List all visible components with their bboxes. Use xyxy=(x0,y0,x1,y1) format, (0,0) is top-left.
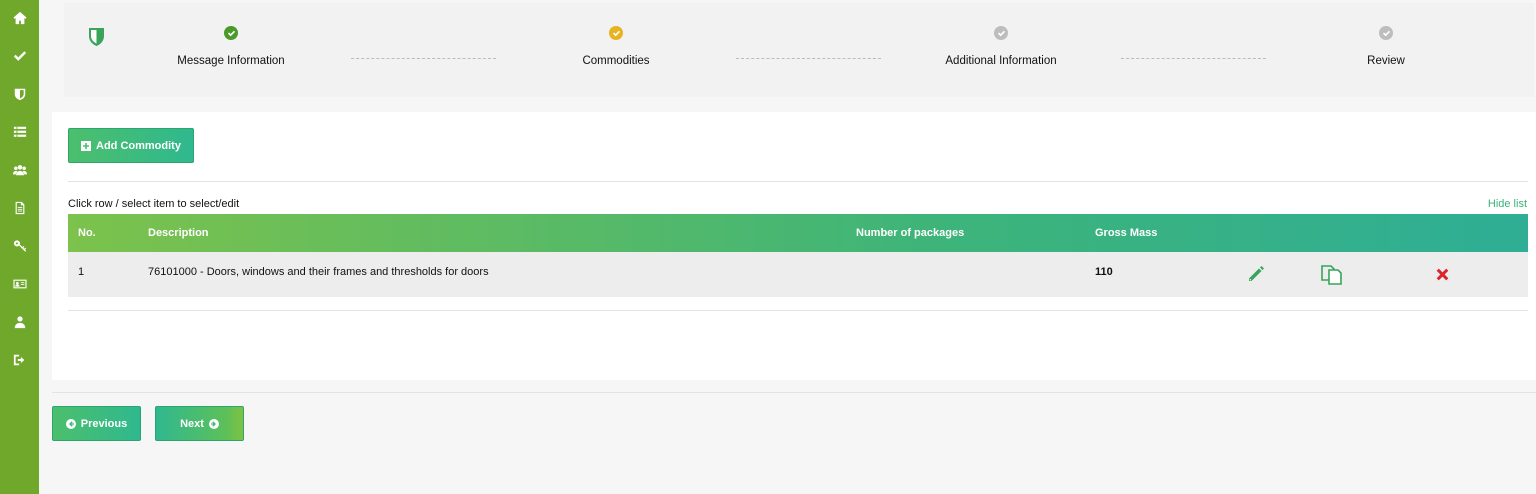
column-header-description: Description xyxy=(148,227,209,239)
column-header-gross-mass: Gross Mass xyxy=(1095,227,1158,239)
sidebar xyxy=(0,0,39,494)
column-header-no: No. xyxy=(78,227,96,239)
edit-pencil-icon[interactable] xyxy=(1246,264,1266,284)
step-label: Additional Information xyxy=(945,55,1057,67)
add-commodity-button[interactable]: Add Commodity xyxy=(68,128,194,163)
step-label: Message Information xyxy=(177,55,285,67)
users-icon[interactable] xyxy=(0,156,39,184)
previous-button[interactable]: Previous xyxy=(52,406,141,441)
divider xyxy=(52,392,1536,393)
add-commodity-label: Add Commodity xyxy=(96,139,181,152)
next-label: Next xyxy=(180,417,204,430)
step-connector xyxy=(736,58,881,59)
step-connector xyxy=(1121,58,1266,59)
cell-description: 76101000 - Doors, windows and their fram… xyxy=(148,266,489,278)
id-card-icon[interactable] xyxy=(0,270,39,298)
divider xyxy=(68,310,1528,311)
column-header-packages: Number of packages xyxy=(856,227,965,239)
previous-label: Previous xyxy=(80,417,128,430)
table-header: No. Description Number of packages Gross… xyxy=(68,214,1528,252)
step-commodities[interactable]: Commodities xyxy=(516,26,716,67)
document-icon[interactable] xyxy=(0,194,39,222)
step-additional-information[interactable]: Additional Information xyxy=(901,26,1101,67)
cell-no: 1 xyxy=(78,266,85,278)
arrow-circle-right-icon xyxy=(208,418,219,429)
step-pending-icon xyxy=(1379,26,1393,40)
sign-out-icon[interactable] xyxy=(0,346,39,374)
copy-icon[interactable] xyxy=(1320,262,1344,286)
plus-square-icon xyxy=(81,140,92,151)
hide-list-link[interactable]: Hide list xyxy=(1488,198,1527,210)
step-message-information[interactable]: Message Information xyxy=(131,26,331,67)
home-icon[interactable] xyxy=(0,4,39,32)
shield-logo-icon xyxy=(88,27,105,47)
list-hint: Click row / select item to select/edit xyxy=(68,198,240,210)
delete-x-icon[interactable] xyxy=(1434,266,1451,283)
table-row[interactable]: 1 76101000 - Doors, windows and their fr… xyxy=(68,252,1528,297)
step-done-icon xyxy=(224,26,238,40)
step-review[interactable]: Review xyxy=(1286,26,1486,67)
user-icon[interactable] xyxy=(0,308,39,336)
cell-gross-mass: 110 xyxy=(1095,266,1113,278)
arrow-circle-left-icon xyxy=(65,418,76,429)
list-icon[interactable] xyxy=(0,118,39,146)
step-label: Commodities xyxy=(582,55,650,67)
check-icon[interactable] xyxy=(0,42,39,70)
shield-icon[interactable] xyxy=(0,80,39,108)
next-button[interactable]: Next xyxy=(155,406,244,441)
step-connector xyxy=(351,58,496,59)
step-pending-icon xyxy=(994,26,1008,40)
step-label: Review xyxy=(1367,55,1405,67)
key-icon[interactable] xyxy=(0,232,39,260)
step-current-icon xyxy=(609,26,623,40)
divider xyxy=(68,181,1528,182)
